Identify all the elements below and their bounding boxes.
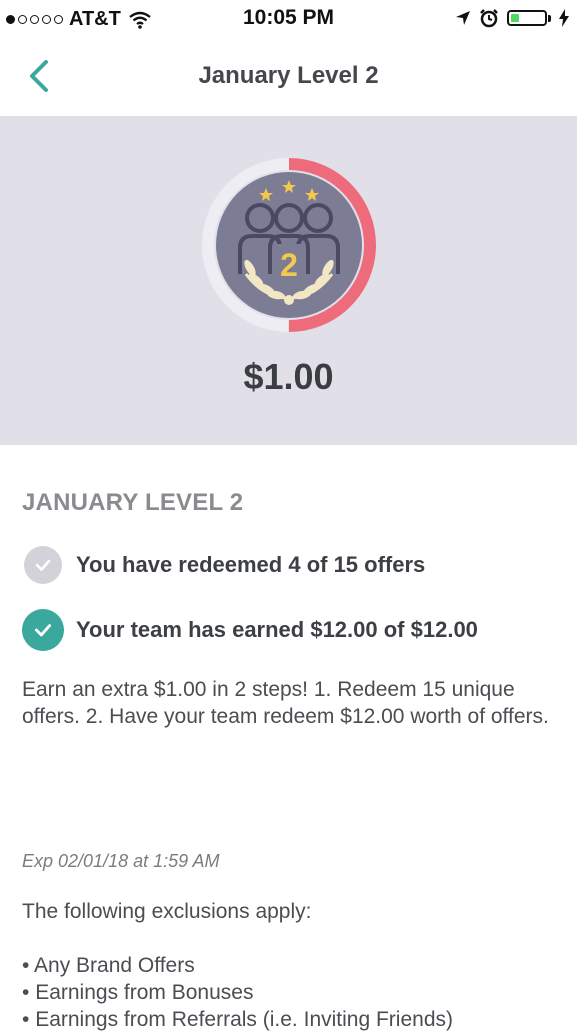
location-arrow-icon bbox=[456, 11, 470, 25]
exclusions-list: Any Brand Offers Earnings from Bonuses E… bbox=[22, 952, 453, 1033]
alarm-clock-icon bbox=[480, 9, 498, 28]
expiration-date: Exp 02/01/18 at 1:59 AM bbox=[22, 851, 220, 871]
exclusions-title: The following exclusions apply: bbox=[22, 900, 312, 923]
exclusion-item: Earnings from Bonuses bbox=[22, 979, 453, 1006]
requirement-label: You have redeemed 4 of 15 offers bbox=[76, 552, 426, 577]
level-description: Earn an extra $1.00 in 2 steps! 1. Redee… bbox=[22, 678, 549, 728]
status-bar: AT&T 10:05 PM bbox=[0, 0, 577, 38]
charging-bolt-icon bbox=[559, 9, 569, 27]
page-title: January Level 2 bbox=[198, 62, 379, 89]
exclusion-item: Any Brand Offers bbox=[22, 952, 453, 979]
checkmark-pending-icon bbox=[24, 546, 62, 584]
level-number: 2 bbox=[280, 247, 298, 283]
checkmark-complete-icon bbox=[22, 609, 64, 651]
requirement-item: You have redeemed 4 of 15 offers bbox=[22, 546, 425, 584]
exclusion-item: Earnings from Referrals (i.e. Inviting F… bbox=[22, 1006, 453, 1033]
nav-bar: January Level 2 bbox=[0, 38, 577, 116]
status-right bbox=[455, 8, 569, 28]
battery-icon bbox=[507, 10, 551, 26]
level-badge: 2 bbox=[202, 158, 376, 332]
section-title: JANUARY LEVEL 2 bbox=[22, 489, 244, 516]
reward-amount: $1.00 bbox=[243, 356, 334, 397]
level-hero: 2 $1.00 bbox=[0, 116, 577, 445]
requirement-label: Your team has earned $12.00 of $12.00 bbox=[76, 617, 478, 642]
requirement-item: Your team has earned $12.00 of $12.00 bbox=[22, 609, 478, 651]
